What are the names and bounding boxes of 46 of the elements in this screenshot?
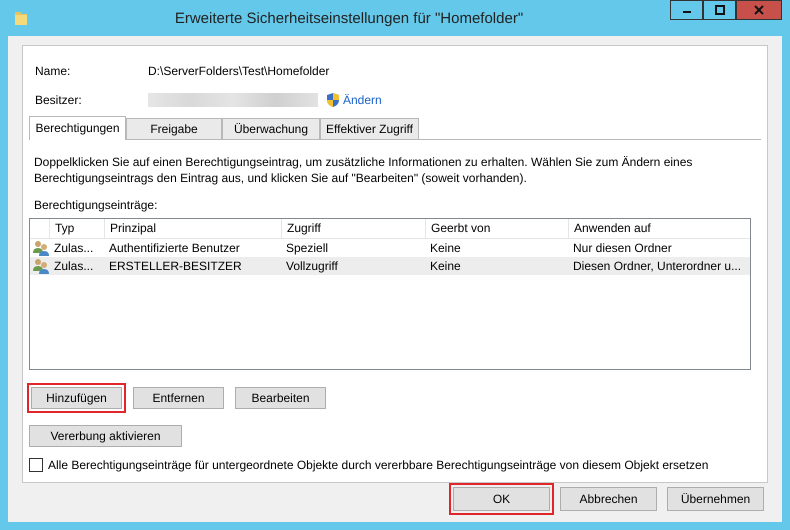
table-cell-text: Vollzugriff (285, 259, 339, 273)
folder-icon (14, 10, 28, 26)
description-text: Doppelklicken Sie auf einen Berechtigungseintrag, um zusätzliche Informationen zu erhalten. Wählen Sie zum Ändern eines Berechtigungseintrags den Eintrag aus, und klicken Sie auf "Bearbeiten" (soweit vorhanden). (34, 154, 694, 186)
list-row[interactable]: Zulas... ERSTELLER-BESITZER Vollzugriff Keine Diesen Ordner, Unterordner u... (30, 257, 750, 275)
tab[interactable]: Effektiver Zugriff (320, 118, 419, 139)
entry-button[interactable]: Entfernen (133, 387, 224, 409)
checkbox-label: Alle Berechtigungseinträge für untergeordnete Objekte durch vererbbare Berechtigungseinträge von diesem Objekt ersetzen (48, 458, 708, 472)
users-icon (33, 258, 49, 274)
entry-button[interactable]: Hinzufügen (31, 387, 122, 409)
checkbox[interactable] (29, 458, 43, 472)
window-title: Erweiterte Sicherheitseinstellungen für "Homefolder" (174, 10, 524, 26)
path-value: D:\ServerFolders\Test\Homefolder (148, 64, 330, 78)
dialog-button[interactable]: OK (453, 487, 550, 511)
table-cell-text: Speziell (285, 241, 330, 255)
table-cell-text: Nur diesen Ordner (572, 241, 673, 255)
column-header[interactable]: Typ (49, 219, 104, 238)
column-header[interactable]: Prinzipal (104, 219, 281, 238)
column-header[interactable]: Anwenden auf (568, 219, 750, 238)
maximize-icon (714, 5, 724, 15)
table-cell-text: Zulas... (53, 259, 94, 273)
entry-button[interactable]: Bearbeiten (235, 387, 326, 409)
inheritance-button[interactable]: Vererbung aktivieren (29, 425, 182, 447)
table-cell-text: Keine (429, 259, 462, 273)
close-button[interactable] (736, 0, 782, 20)
table-cell-text: Zulas... (53, 241, 94, 255)
table-cell-text: ERSTELLER-BESITZER (108, 259, 243, 273)
close-icon (754, 5, 764, 15)
list-label: Berechtigungseinträge: (34, 198, 158, 212)
table-cell-text: Keine (429, 241, 462, 255)
change-link[interactable]: Ändern (343, 93, 382, 107)
minimize-button[interactable] (670, 0, 703, 20)
list-row[interactable]: Zulas... Authentifizierte Benutzer Speziell Keine Nur diesen Ordner (30, 239, 750, 257)
table-cell-text: Diesen Ordner, Unterordner u... (572, 259, 742, 273)
shield-icon (326, 92, 340, 108)
tab[interactable]: Überwachung (222, 118, 320, 139)
dialog-button[interactable]: Abbrechen (560, 487, 657, 511)
table-cell-text: Authentifizierte Benutzer (108, 241, 241, 255)
field-label: Besitzer: (35, 93, 83, 107)
tab[interactable]: Freigabe (126, 118, 222, 139)
tab[interactable]: Berechtigungen (29, 116, 126, 140)
users-icon (33, 240, 49, 256)
column-header[interactable]: Zugriff (281, 219, 425, 238)
maximize-button[interactable] (703, 0, 736, 20)
field-label: Name: (35, 64, 72, 78)
column-header[interactable]: Geerbt von (425, 219, 568, 238)
dialog-button[interactable]: Übernehmen (667, 487, 764, 511)
